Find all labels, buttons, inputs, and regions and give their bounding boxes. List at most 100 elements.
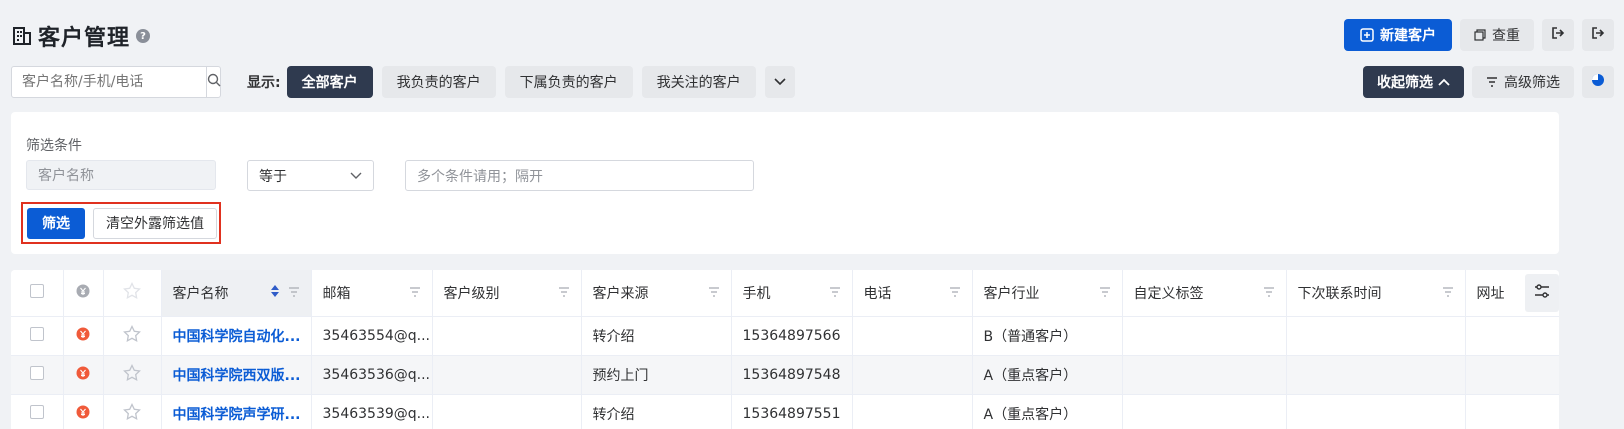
column-settings-button[interactable] [1525, 274, 1559, 312]
column-header-mobile[interactable]: 手机 [731, 270, 853, 317]
money-icon [76, 284, 90, 302]
money-icon[interactable] [76, 405, 90, 423]
import-button[interactable] [1542, 19, 1574, 51]
export-icon [1591, 26, 1605, 44]
collapse-filter-label: 收起筛选 [1377, 75, 1433, 91]
search-input[interactable] [12, 67, 206, 97]
customer-name-link[interactable]: 中国科学院声学研... [161, 394, 312, 429]
collapse-filter-button[interactable]: 收起筛选 [1363, 66, 1464, 98]
column-label: 客户名称 [172, 285, 229, 302]
column-filter-icon[interactable] [409, 285, 421, 301]
page-header: 客户管理 ? [12, 18, 151, 54]
clear-filter-button[interactable]: 清空外露筛选值 [93, 207, 217, 239]
next-contact-cell [1286, 394, 1466, 429]
filter-icon [1486, 77, 1498, 87]
chevron-down-icon [774, 74, 786, 90]
tab-subordinate-customers[interactable]: 下属负责的客户 [504, 66, 633, 98]
column-label: 客户级别 [443, 285, 500, 302]
table-row[interactable]: 中国科学院自动化... 35463554@q... 转介绍 1536489756… [11, 316, 1559, 356]
star-icon[interactable] [123, 324, 141, 347]
star-header [103, 270, 162, 317]
column-filter-icon[interactable] [1099, 285, 1111, 301]
select-all-checkbox[interactable] [29, 283, 44, 298]
source-cell: 预约上门 [581, 355, 732, 395]
new-customer-label: 新建客户 [1380, 28, 1436, 44]
column-header-source[interactable]: 客户来源 [581, 270, 732, 317]
column-label: 客户行业 [983, 285, 1040, 302]
table-row[interactable]: 中国科学院声学研... 35463539@q... 转介绍 1536489755… [11, 394, 1559, 429]
site-cell [1465, 394, 1559, 429]
row-select-cell [11, 355, 64, 395]
money-icon[interactable] [76, 366, 90, 384]
condition-panel: 筛选条件 客户名称 等于 多个条件请用；隔开 筛选 清空外露筛选值 [11, 112, 1559, 254]
help-icon[interactable]: ? [136, 29, 151, 43]
column-filter-icon[interactable] [829, 285, 841, 301]
dedupe-label: 查重 [1492, 28, 1520, 44]
more-views-button[interactable] [764, 66, 795, 98]
column-header-phone[interactable]: 电话 [852, 270, 973, 317]
customer-name-link[interactable]: 中国科学院自动化... [161, 316, 312, 356]
column-filter-icon[interactable] [288, 285, 300, 301]
chart-button[interactable] [1582, 66, 1614, 98]
condition-field[interactable]: 客户名称 [26, 160, 216, 190]
row-checkbox[interactable] [29, 365, 44, 380]
column-filter-icon[interactable] [558, 285, 570, 301]
site-cell [1465, 316, 1559, 356]
star-cell [103, 355, 162, 395]
column-label: 客户来源 [592, 285, 649, 302]
row-checkbox[interactable] [29, 326, 44, 341]
table-header-row: 客户名称 邮箱 客户级别 客户来源 手机 电话 客户行业 自定义标签 下次联系时… [11, 270, 1559, 317]
tab-all-customers[interactable]: 全部客户 [286, 66, 373, 98]
dedupe-button[interactable]: 查重 [1460, 19, 1534, 51]
search-box [11, 66, 221, 98]
operator-value: 等于 [259, 168, 287, 185]
level-cell [432, 355, 582, 395]
advanced-filter-button[interactable]: 高级筛选 [1472, 66, 1574, 98]
filter-button[interactable]: 筛选 [27, 207, 85, 239]
industry-cell: B（普通客户） [972, 316, 1123, 356]
filter-bar: 显示: 全部客户 我负责的客户 下属负责的客户 我关注的客户 收起筛选 高级筛选 [11, 66, 1614, 98]
tab-followed-customers[interactable]: 我关注的客户 [641, 66, 756, 98]
condition-actions-highlight: 筛选 清空外露筛选值 [21, 202, 221, 244]
column-filter-icon[interactable] [1263, 285, 1275, 301]
search-icon [207, 73, 221, 91]
condition-value-input[interactable]: 多个条件请用；隔开 [405, 160, 754, 191]
column-header-next-contact[interactable]: 下次联系时间 [1286, 270, 1466, 317]
tab-my-customers[interactable]: 我负责的客户 [381, 66, 496, 98]
table-row[interactable]: 中国科学院西双版... 35463536@q... 预约上门 153648975… [11, 355, 1559, 395]
views-label: 显示: [247, 75, 281, 91]
row-checkbox[interactable] [29, 404, 44, 419]
chevron-up-icon [1438, 78, 1450, 86]
star-icon[interactable] [123, 363, 141, 386]
column-label: 下次联系时间 [1297, 285, 1382, 302]
condition-operator-select[interactable]: 等于 [247, 160, 374, 191]
condition-title: 筛选条件 [26, 138, 82, 154]
column-header-tags[interactable]: 自定义标签 [1122, 270, 1287, 317]
right-filters: 收起筛选 高级筛选 [1363, 66, 1614, 98]
tags-cell [1122, 394, 1287, 429]
pie-chart-icon [1591, 73, 1605, 91]
select-all-cell [11, 270, 64, 317]
source-cell: 转介绍 [581, 394, 732, 429]
column-filter-icon[interactable] [949, 285, 961, 301]
column-header-email[interactable]: 邮箱 [311, 270, 433, 317]
column-header-name[interactable]: 客户名称 [161, 270, 312, 317]
level-cell [432, 316, 582, 356]
star-icon[interactable] [123, 402, 141, 425]
page-title: 客户管理 [38, 26, 131, 51]
money-cell [63, 394, 104, 429]
sort-icon[interactable] [270, 284, 280, 302]
email-cell: 35463539@q... [311, 394, 433, 429]
plus-square-icon [1360, 28, 1374, 42]
money-icon[interactable] [76, 327, 90, 345]
column-header-level[interactable]: 客户级别 [432, 270, 582, 317]
column-header-industry[interactable]: 客户行业 [972, 270, 1123, 317]
search-button[interactable] [206, 67, 221, 97]
column-filter-icon[interactable] [708, 285, 720, 301]
star-icon [123, 281, 141, 304]
new-customer-button[interactable]: 新建客户 [1344, 19, 1452, 51]
advanced-filter-label: 高级筛选 [1504, 75, 1560, 91]
column-filter-icon[interactable] [1442, 285, 1454, 301]
export-button[interactable] [1582, 19, 1614, 51]
customer-name-link[interactable]: 中国科学院西双版... [161, 355, 312, 395]
